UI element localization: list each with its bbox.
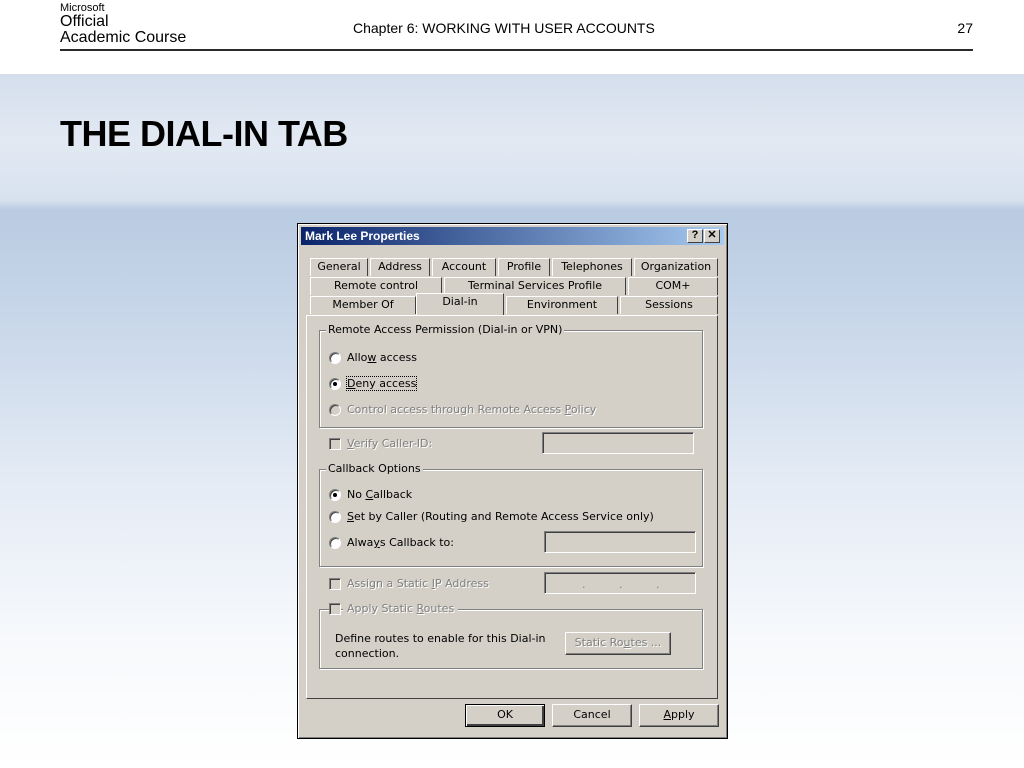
static-ip-label[interactable]: Assign a Static IP Address [347, 577, 489, 590]
verify-caller-id-checkbox[interactable] [329, 438, 341, 450]
tab-sessions[interactable]: Sessions [620, 296, 718, 314]
tab-com-plus[interactable]: COM+ [628, 277, 718, 295]
static-routes-description-2: connection. [335, 647, 400, 660]
help-icon: ? [691, 229, 699, 241]
static-routes-label[interactable]: Apply Static Routes [343, 602, 459, 615]
cancel-button[interactable]: Cancel [552, 704, 632, 727]
chapter-title: Chapter 6: WORKING WITH USER ACCOUNTS [353, 20, 655, 36]
dial-in-panel: Remote Access Permission (Dial-in or VPN… [306, 315, 718, 699]
deny-access-radio[interactable] [329, 378, 341, 390]
tab-address[interactable]: Address [370, 258, 430, 276]
callback-number-input[interactable] [544, 531, 696, 553]
tab-environment[interactable]: Environment [506, 296, 618, 314]
slide-title: THE DIAL-IN TAB [60, 113, 348, 154]
control-access-label[interactable]: Control access through Remote Access Pol… [347, 403, 596, 416]
static-ip-input[interactable]: . . . [544, 572, 696, 594]
verify-caller-id-label[interactable]: Verify Caller-ID: [347, 437, 432, 450]
callback-options-legend: Callback Options [326, 462, 423, 475]
set-by-caller-radio[interactable] [329, 511, 341, 523]
slide-header: Microsoft Official Academic Course Chapt… [0, 0, 1024, 74]
apply-button[interactable]: Apply [639, 704, 719, 727]
static-routes-checkbox[interactable] [329, 603, 341, 615]
close-icon: ✕ [707, 229, 717, 241]
tab-dial-in[interactable]: Dial-in [416, 293, 504, 315]
page-number: 27 [957, 20, 973, 36]
close-button[interactable]: ✕ [704, 229, 720, 243]
ok-button[interactable]: OK [465, 704, 545, 727]
deny-access-label[interactable]: Deny access [345, 376, 418, 391]
help-button[interactable]: ? [687, 229, 703, 243]
header-divider [60, 49, 973, 51]
no-callback-label[interactable]: No Callback [347, 488, 412, 501]
tab-member-of[interactable]: Member Of [310, 296, 416, 314]
verify-caller-id-input[interactable] [542, 432, 694, 454]
tab-organization[interactable]: Organization [634, 258, 718, 276]
allow-access-label[interactable]: Allow access [347, 351, 417, 364]
static-ip-checkbox[interactable] [329, 578, 341, 590]
always-callback-radio[interactable] [329, 537, 341, 549]
remote-access-legend: Remote Access Permission (Dial-in or VPN… [326, 323, 565, 336]
microsoft-logo: Microsoft Official Academic Course [60, 2, 187, 46]
tab-account[interactable]: Account [432, 258, 496, 276]
allow-access-radio[interactable] [329, 352, 341, 364]
tab-general[interactable]: General [310, 258, 368, 276]
dialog-titlebar[interactable]: Mark Lee Properties ? ✕ [301, 227, 724, 245]
static-routes-description-1: Define routes to enable for this Dial-in [335, 632, 546, 645]
always-callback-label[interactable]: Always Callback to: [347, 536, 454, 549]
tab-profile[interactable]: Profile [498, 258, 550, 276]
static-routes-button[interactable]: Static Routes ... [565, 632, 671, 655]
control-access-radio[interactable] [329, 404, 341, 416]
no-callback-radio[interactable] [329, 489, 341, 501]
tab-telephones[interactable]: Telephones [552, 258, 632, 276]
set-by-caller-label[interactable]: Set by Caller (Routing and Remote Access… [347, 510, 654, 523]
properties-dialog: Mark Lee Properties ? ✕ General Address … [297, 223, 728, 739]
dialog-title: Mark Lee Properties [305, 229, 420, 243]
